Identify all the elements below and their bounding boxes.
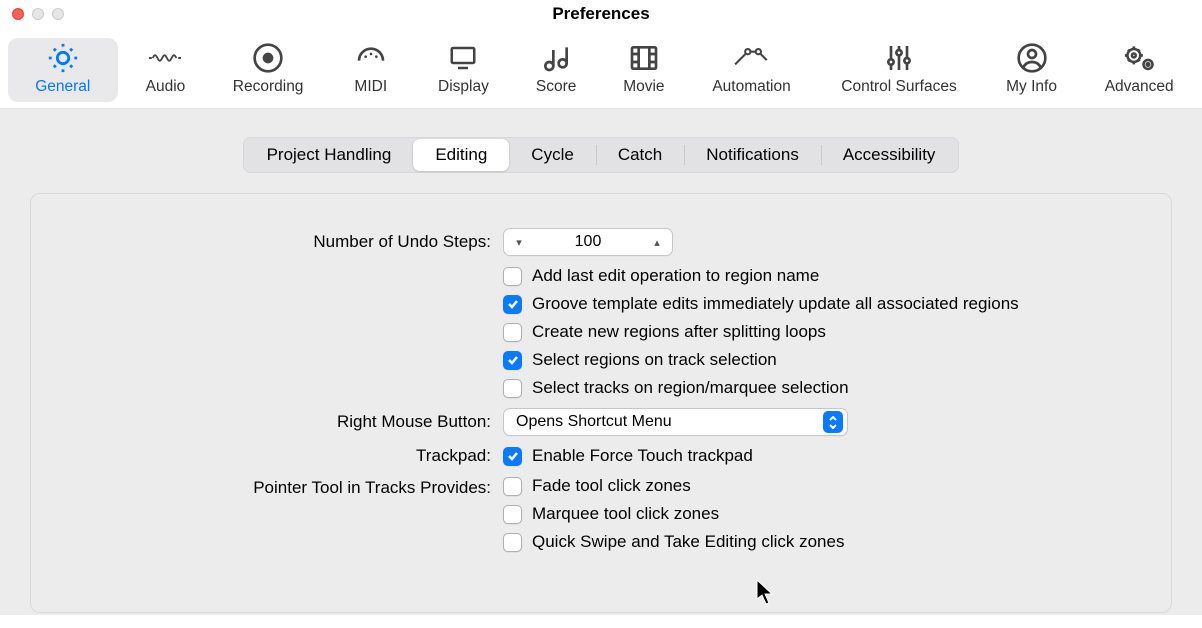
checkbox-label: Enable Force Touch trackpad — [532, 446, 753, 466]
subtab-catch[interactable]: Catch — [596, 139, 684, 171]
waveform-icon — [148, 40, 182, 76]
toolbar-tab-automation[interactable]: Automation — [692, 38, 812, 102]
gears-icon — [1121, 40, 1157, 76]
checkbox-label: Quick Swipe and Take Editing click zones — [532, 532, 844, 552]
settings-panel: Number of Undo Steps: ▾ 100 ▴ Add last e… — [30, 193, 1172, 613]
subtab-accessibility[interactable]: Accessibility — [821, 139, 958, 171]
toolbar-tab-midi[interactable]: MIDI — [331, 38, 411, 102]
checkbox-create-new-regions[interactable]: Create new regions after splitting loops — [503, 322, 1131, 342]
checkbox-label: Add last edit operation to region name — [532, 266, 819, 286]
checkbox-select-regions-track[interactable]: Select regions on track selection — [503, 350, 1131, 370]
undo-steps-stepper[interactable]: ▾ 100 ▴ — [503, 228, 673, 256]
segmented-control: Project Handling Editing Cycle Catch Not… — [243, 137, 960, 173]
subtab-notifications[interactable]: Notifications — [684, 139, 821, 171]
subtab-bar: Project Handling Editing Cycle Catch Not… — [0, 137, 1202, 173]
checkbox-icon — [503, 533, 522, 552]
checkbox-icon — [503, 379, 522, 398]
checkbox-icon — [503, 323, 522, 342]
checkbox-icon — [503, 351, 522, 370]
right-mouse-select[interactable]: Opens Shortcut Menu — [503, 408, 848, 436]
toolbar-label: Automation — [712, 78, 790, 96]
checkbox-quick-swipe-zones[interactable]: Quick Swipe and Take Editing click zones — [503, 532, 1131, 552]
gear-icon — [46, 40, 80, 76]
checkbox-icon — [503, 505, 522, 524]
toolbar-tab-movie[interactable]: Movie — [604, 38, 684, 102]
music-notes-icon — [540, 40, 572, 76]
right-mouse-label: Right Mouse Button: — [71, 412, 491, 432]
select-knob-icon — [823, 411, 843, 433]
select-value: Opens Shortcut Menu — [516, 413, 672, 431]
toolbar-label: Movie — [623, 78, 664, 96]
toolbar-label: Score — [536, 78, 577, 96]
checkbox-label: Select tracks on region/marquee selectio… — [532, 378, 849, 398]
midi-icon — [355, 40, 387, 76]
checkbox-icon — [503, 447, 522, 466]
toolbar-tab-control-surfaces[interactable]: Control Surfaces — [819, 38, 978, 102]
toolbar-tab-general[interactable]: General — [8, 38, 118, 102]
toolbar-label: Audio — [146, 78, 186, 96]
user-circle-icon — [1016, 40, 1048, 76]
chevron-up-icon[interactable]: ▴ — [642, 236, 672, 249]
subtab-cycle[interactable]: Cycle — [509, 139, 596, 171]
checkbox-icon — [503, 267, 522, 286]
toolbar-label: General — [35, 78, 90, 96]
toolbar-tab-my-info[interactable]: My Info — [987, 38, 1077, 102]
checkbox-label: Marquee tool click zones — [532, 504, 719, 524]
subtab-project-handling[interactable]: Project Handling — [245, 139, 414, 171]
checkbox-label: Fade tool click zones — [532, 476, 691, 496]
monitor-icon — [446, 40, 480, 76]
pointer-checkbox-group: Fade tool click zones Marquee tool click… — [503, 476, 1131, 552]
toolbar-label: Advanced — [1105, 78, 1174, 96]
checkbox-icon — [503, 477, 522, 496]
checkbox-marquee-tool-zones[interactable]: Marquee tool click zones — [503, 504, 1131, 524]
toolbar-label: Recording — [233, 78, 304, 96]
toolbar-tab-display[interactable]: Display — [419, 38, 509, 102]
titlebar: Preferences — [0, 0, 1202, 28]
editing-checkbox-group-1: Add last edit operation to region name G… — [503, 266, 1131, 398]
window-title: Preferences — [0, 4, 1202, 24]
trackpad-label: Trackpad: — [71, 446, 491, 466]
undo-steps-label: Number of Undo Steps: — [71, 232, 491, 252]
toolbar-label: MIDI — [354, 78, 387, 96]
sliders-icon — [883, 40, 915, 76]
toolbar-tab-audio[interactable]: Audio — [126, 38, 206, 102]
undo-steps-value: 100 — [534, 233, 642, 251]
checkbox-fade-tool-zones[interactable]: Fade tool click zones — [503, 476, 1131, 496]
toolbar-tab-recording[interactable]: Recording — [213, 38, 323, 102]
content-area: Project Handling Editing Cycle Catch Not… — [0, 109, 1202, 615]
checkbox-label: Groove template edits immediately update… — [532, 294, 1019, 314]
pointer-tool-label: Pointer Tool in Tracks Provides: — [71, 476, 491, 498]
checkbox-label: Select regions on track selection — [532, 350, 777, 370]
checkbox-label: Create new regions after splitting loops — [532, 322, 826, 342]
toolbar-label: Display — [438, 78, 489, 96]
toolbar-label: My Info — [1006, 78, 1057, 96]
preferences-toolbar: General Audio Recording MIDI Display Sco… — [0, 28, 1202, 109]
checkbox-groove-template[interactable]: Groove template edits immediately update… — [503, 294, 1131, 314]
checkbox-force-touch[interactable]: Enable Force Touch trackpad — [503, 446, 753, 466]
checkbox-icon — [503, 295, 522, 314]
chevron-down-icon[interactable]: ▾ — [504, 236, 534, 249]
toolbar-tab-score[interactable]: Score — [516, 38, 596, 102]
toolbar-tab-advanced[interactable]: Advanced — [1084, 38, 1194, 102]
checkbox-add-last-edit[interactable]: Add last edit operation to region name — [503, 266, 1131, 286]
toolbar-label: Control Surfaces — [841, 78, 956, 96]
record-icon — [252, 40, 284, 76]
checkbox-select-tracks-region[interactable]: Select tracks on region/marquee selectio… — [503, 378, 1131, 398]
automation-icon — [733, 40, 771, 76]
film-icon — [628, 40, 660, 76]
subtab-editing[interactable]: Editing — [413, 139, 509, 171]
